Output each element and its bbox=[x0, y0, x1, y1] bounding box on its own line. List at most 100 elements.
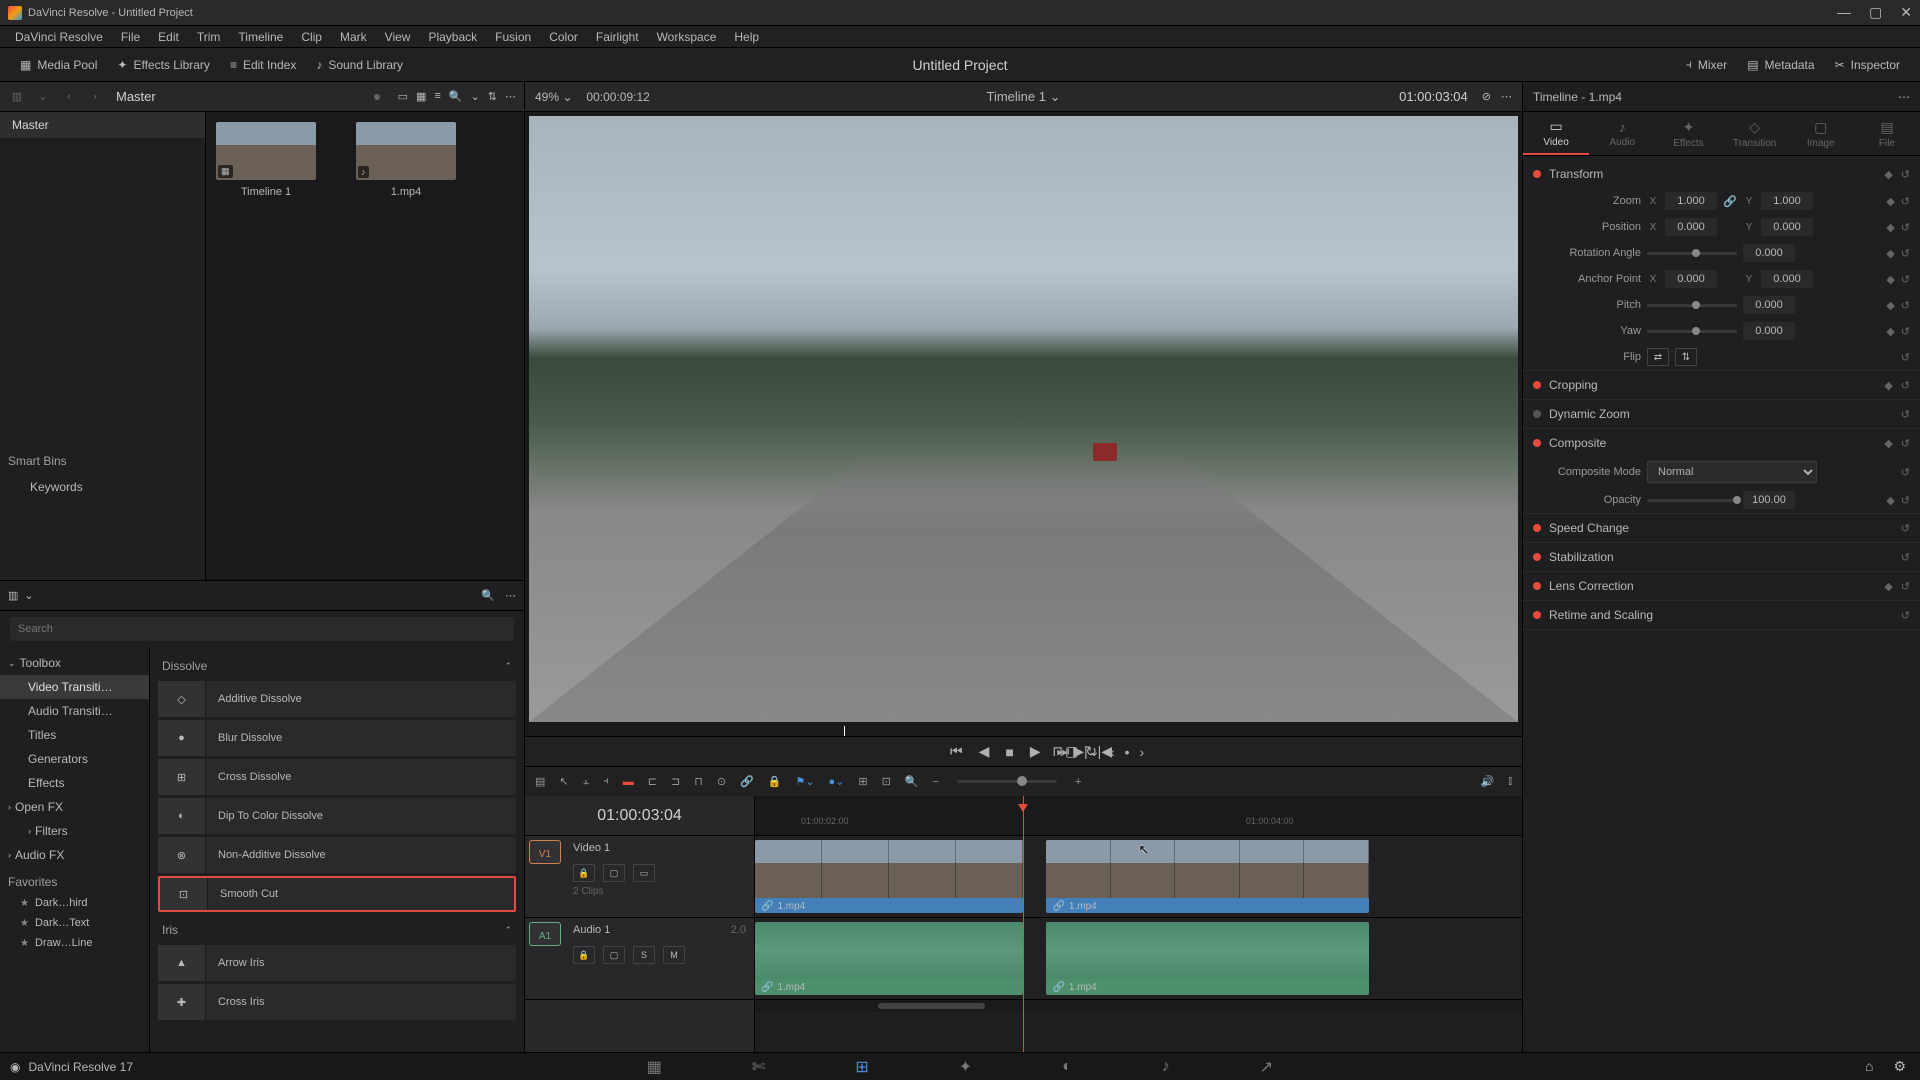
metadata-toggle[interactable]: ▤ Metadata bbox=[1737, 53, 1824, 76]
search-icon[interactable]: 🔍 bbox=[481, 589, 495, 602]
flag-icon[interactable]: ⚑⌄ bbox=[795, 775, 814, 788]
tab-image[interactable]: ▢Image bbox=[1788, 112, 1854, 155]
favorite-item[interactable]: Dark…hird bbox=[0, 893, 149, 913]
chevron-down-icon[interactable]: ⌄ bbox=[24, 589, 33, 602]
reset-icon[interactable]: ↺ bbox=[1901, 247, 1910, 260]
tree-generators[interactable]: Generators bbox=[0, 747, 149, 771]
fairlight-page-button[interactable]: ♪ bbox=[1162, 1058, 1170, 1076]
effect-smooth-cut[interactable]: ⊡Smooth Cut bbox=[158, 876, 516, 912]
group-dissolve[interactable]: Dissolve⌃ bbox=[158, 651, 516, 681]
play-reverse-button[interactable]: ◀ bbox=[979, 743, 990, 760]
timeline-playhead[interactable] bbox=[1023, 796, 1024, 1052]
reset-icon[interactable]: ↺ bbox=[1901, 494, 1910, 507]
smart-bins-header[interactable]: Smart Bins bbox=[0, 448, 205, 474]
opacity-slider[interactable] bbox=[1647, 499, 1737, 502]
tree-titles[interactable]: Titles bbox=[0, 723, 149, 747]
inspector-toggle[interactable]: ✂ Inspector bbox=[1825, 53, 1910, 76]
cut-page-button[interactable]: ✄ bbox=[752, 1057, 765, 1077]
flip-v-button[interactable]: ⇅ bbox=[1675, 348, 1697, 366]
tree-video-transitions[interactable]: Video Transiti… bbox=[0, 675, 149, 699]
next-clip-button[interactable]: ▶| bbox=[1073, 743, 1087, 760]
chevron-down-icon[interactable]: ⌄ bbox=[34, 88, 52, 106]
reset-icon[interactable]: ↺ bbox=[1901, 221, 1910, 234]
audio-clip[interactable]: 🔗1.mp4 bbox=[1046, 922, 1368, 995]
menu-item[interactable]: Fairlight bbox=[587, 30, 648, 44]
zoom-full-icon[interactable]: ⊞ bbox=[858, 775, 867, 788]
reset-icon[interactable]: ↺ bbox=[1901, 379, 1910, 392]
bin-master[interactable]: Master bbox=[0, 112, 205, 138]
tab-file[interactable]: ▤File bbox=[1854, 112, 1920, 155]
trim-tool-icon[interactable]: ⫠ bbox=[583, 775, 590, 788]
more-icon[interactable]: ⋯ bbox=[1898, 90, 1910, 104]
menu-item[interactable]: View bbox=[376, 30, 420, 44]
menu-item[interactable]: Help bbox=[725, 30, 768, 44]
reset-icon[interactable]: ↺ bbox=[1901, 437, 1910, 450]
section-cropping[interactable]: Cropping◆↺ bbox=[1523, 371, 1920, 399]
linked-selection-icon[interactable]: 🔗 bbox=[740, 775, 754, 788]
pitch-slider[interactable] bbox=[1647, 304, 1737, 307]
menu-item[interactable]: Timeline bbox=[229, 30, 292, 44]
audio-track-lane[interactable]: 🔗1.mp4 🔗1.mp4 bbox=[755, 918, 1522, 1000]
effect-arrow-iris[interactable]: ▲Arrow Iris bbox=[158, 945, 516, 981]
match-frame-button[interactable]: ⊓ bbox=[1052, 743, 1063, 760]
zoom-out-button[interactable]: − bbox=[933, 776, 939, 788]
timeline-view-options-icon[interactable]: ▤ bbox=[535, 775, 545, 788]
effect-non-additive-dissolve[interactable]: ⊗Non-Additive Dissolve bbox=[158, 837, 516, 873]
effect-blur-dissolve[interactable]: ●Blur Dissolve bbox=[158, 720, 516, 756]
keyframe-icon[interactable]: ◆ bbox=[1886, 221, 1894, 234]
lock-track-button[interactable]: 🔒 bbox=[573, 946, 595, 964]
replace-clip-icon[interactable]: ⊓ bbox=[694, 775, 703, 788]
section-lens-correction[interactable]: Lens Correction◆↺ bbox=[1523, 572, 1920, 600]
reset-icon[interactable]: ↺ bbox=[1901, 609, 1910, 622]
blade-tool-icon[interactable]: ▬ bbox=[623, 776, 634, 788]
auto-select-button[interactable]: ▢ bbox=[603, 946, 625, 964]
yaw-value[interactable]: 0.000 bbox=[1743, 322, 1795, 340]
effects-library-toggle[interactable]: ✦ Effects Library bbox=[107, 54, 220, 76]
reset-icon[interactable]: ↺ bbox=[1901, 408, 1910, 421]
nav-fwd-button[interactable]: › bbox=[86, 88, 104, 106]
prev-clip-button[interactable]: |◀ bbox=[1098, 743, 1112, 760]
keyframe-icon[interactable]: ◆ bbox=[1884, 437, 1892, 450]
bypass-icon[interactable]: ⊘ bbox=[1482, 90, 1491, 103]
layout-icon[interactable]: ▥ bbox=[8, 88, 26, 106]
tab-transition[interactable]: ◇Transition bbox=[1722, 112, 1788, 155]
snapping-icon[interactable]: ⊙ bbox=[717, 775, 726, 788]
group-iris[interactable]: Iris⌃ bbox=[158, 915, 516, 945]
flip-h-button[interactable]: ⇄ bbox=[1647, 348, 1669, 366]
video-clip[interactable]: 🔗1.mp4 bbox=[1046, 840, 1368, 913]
section-composite[interactable]: Composite◆↺ bbox=[1523, 429, 1920, 457]
reset-icon[interactable]: ↺ bbox=[1901, 168, 1910, 181]
keyframe-icon[interactable]: ◆ bbox=[1886, 299, 1894, 312]
more-icon[interactable]: ⋯ bbox=[1501, 90, 1512, 103]
lock-track-button[interactable]: 🔒 bbox=[573, 864, 595, 882]
dim-icon[interactable]: ⫾ bbox=[1508, 775, 1512, 788]
zoom-y-value[interactable]: 1.000 bbox=[1761, 192, 1813, 210]
bin-keywords[interactable]: Keywords bbox=[0, 474, 205, 500]
yaw-slider[interactable] bbox=[1647, 330, 1737, 333]
settings-button[interactable]: ⚙ bbox=[1893, 1058, 1906, 1075]
anchor-x-value[interactable]: 0.000 bbox=[1665, 270, 1717, 288]
section-retime-scaling[interactable]: Retime and Scaling↺ bbox=[1523, 601, 1920, 629]
pos-y-value[interactable]: 0.000 bbox=[1761, 218, 1813, 236]
timeline-scrollbar[interactable] bbox=[755, 1000, 1522, 1012]
keyframe-icon[interactable]: ◆ bbox=[1884, 580, 1892, 593]
reset-icon[interactable]: ↺ bbox=[1901, 466, 1910, 479]
audio-clip[interactable]: 🔗1.mp4 bbox=[755, 922, 1023, 995]
rotation-value[interactable]: 0.000 bbox=[1743, 244, 1795, 262]
menu-item[interactable]: Workspace bbox=[648, 30, 726, 44]
more-icon[interactable]: ⋯ bbox=[505, 90, 516, 103]
tab-effects[interactable]: ✦Effects bbox=[1655, 112, 1721, 155]
volume-icon[interactable]: 🔊 bbox=[1481, 775, 1495, 788]
menu-item[interactable]: Color bbox=[540, 30, 587, 44]
reset-icon[interactable]: ↺ bbox=[1901, 299, 1910, 312]
tree-effects[interactable]: Effects bbox=[0, 771, 149, 795]
search-icon[interactable]: 🔍 bbox=[449, 90, 463, 103]
link-icon[interactable]: 🔗 bbox=[1723, 195, 1737, 208]
track-badge-a1[interactable]: A1 bbox=[529, 922, 561, 946]
favorite-item[interactable]: Dark…Text bbox=[0, 913, 149, 933]
go-start-button[interactable]: ⏮ bbox=[950, 743, 963, 760]
zoom-in-button[interactable]: + bbox=[1075, 776, 1081, 788]
zoom-detail-icon[interactable]: ⊡ bbox=[882, 775, 891, 788]
viewer-zoom[interactable]: 49% ⌄ bbox=[535, 90, 572, 104]
rotation-slider[interactable] bbox=[1647, 252, 1737, 255]
